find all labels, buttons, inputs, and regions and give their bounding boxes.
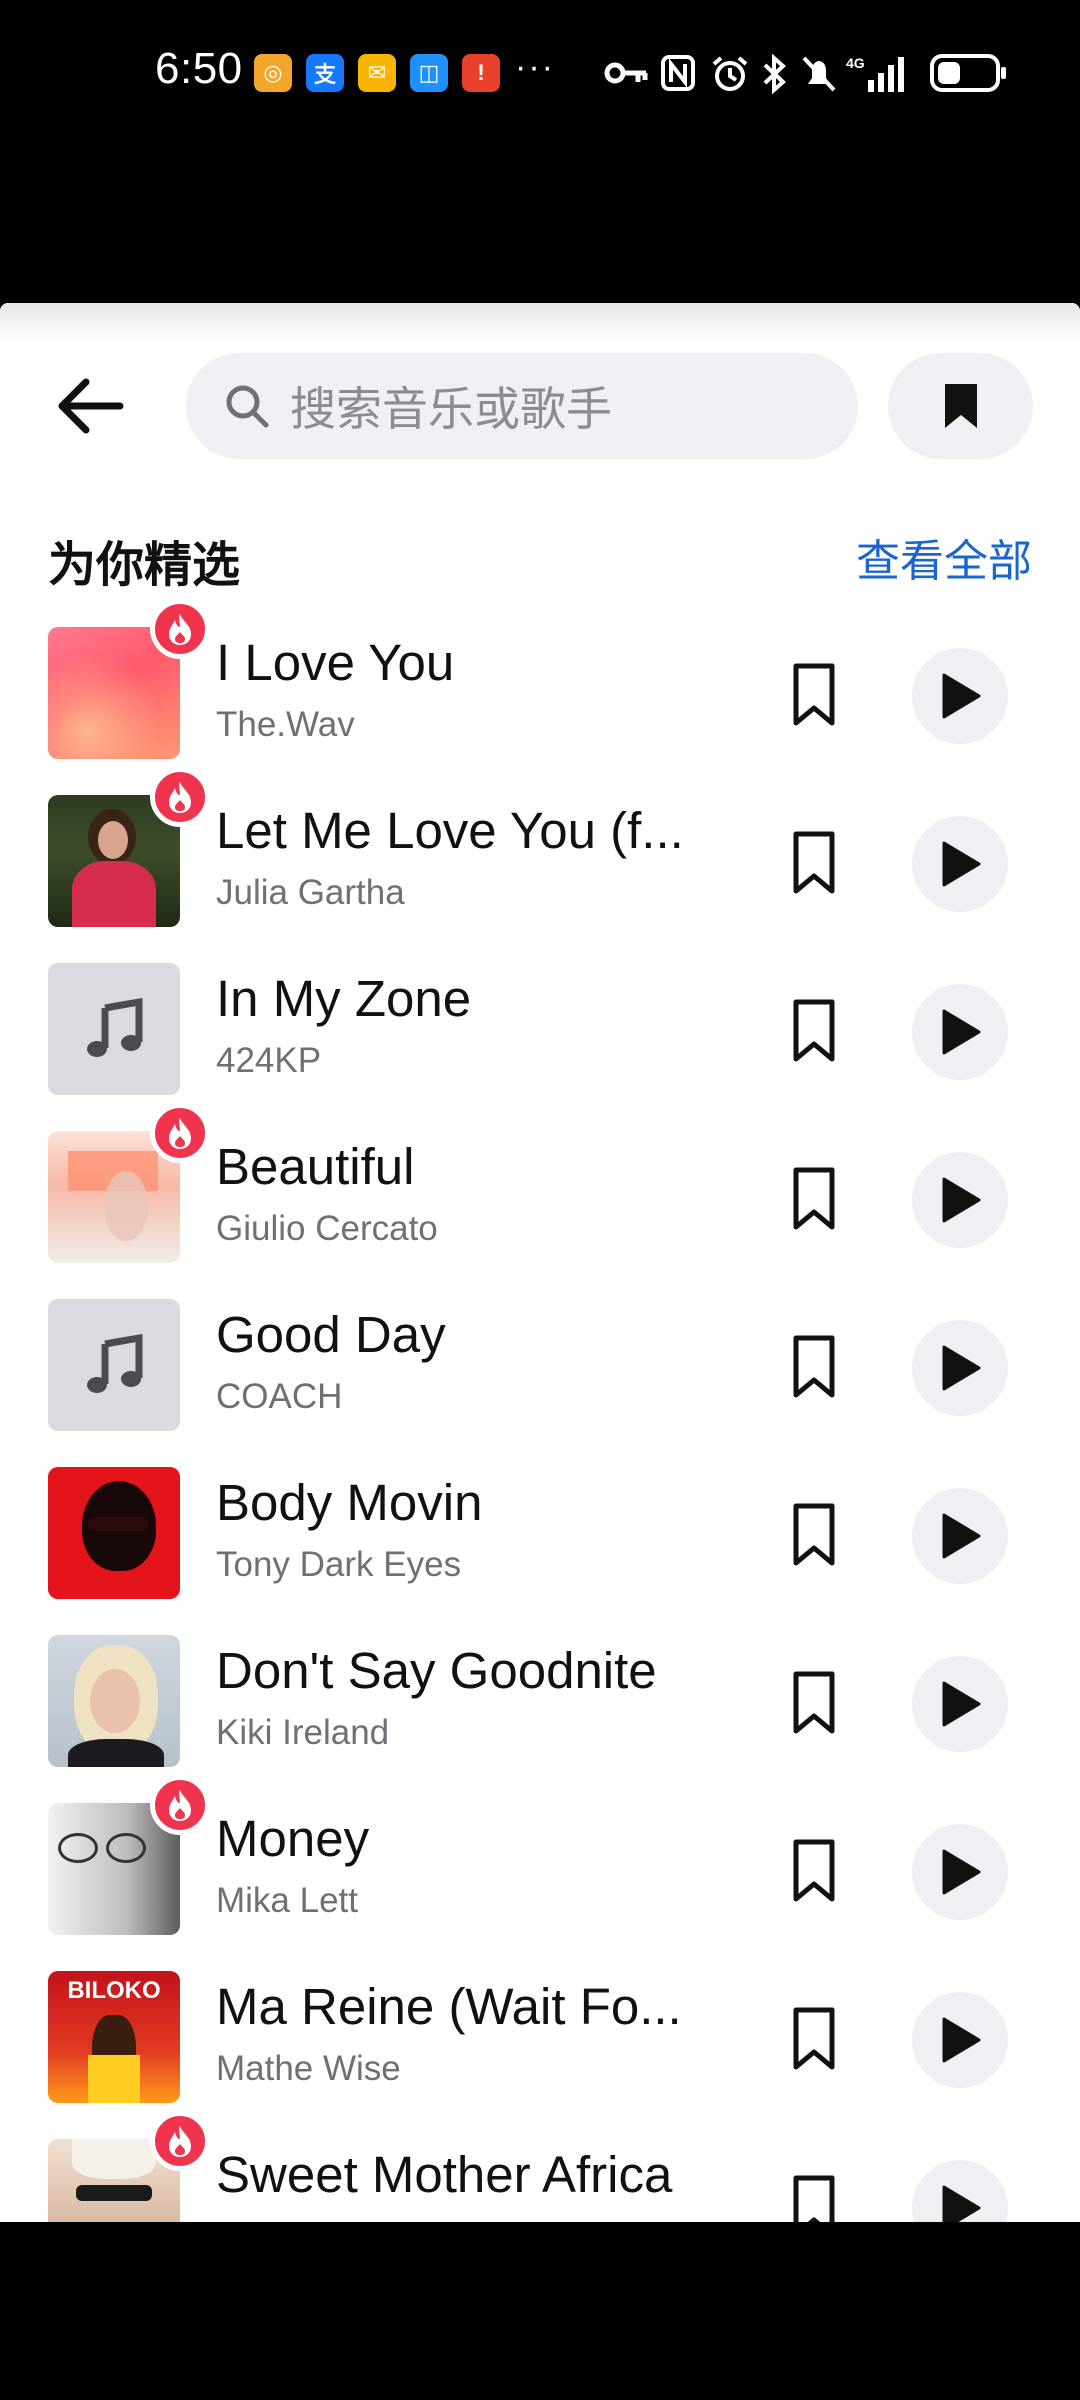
- play-icon: [942, 2185, 981, 2223]
- song-artist: Kiki Ireland: [216, 1713, 390, 1752]
- bookmark-icon[interactable]: [792, 1167, 836, 1231]
- play-button[interactable]: [912, 1488, 1008, 1584]
- song-title: Beautiful: [216, 1138, 415, 1195]
- search-placeholder: 搜索音乐或歌手: [290, 383, 612, 435]
- nfc-icon: [661, 55, 695, 91]
- play-button[interactable]: [912, 816, 1008, 912]
- music-note-icon: [48, 1299, 180, 1431]
- song-artist: The.Wav: [216, 705, 355, 744]
- bookmark-icon[interactable]: [792, 663, 836, 727]
- signal-4g-icon: 4G: [846, 55, 904, 92]
- song-row[interactable]: Don't Say Goodnite Kiki Ireland: [0, 1607, 1080, 1775]
- album-cover: [48, 1467, 180, 1599]
- hot-flame-icon: [150, 2111, 210, 2171]
- song-artist: Mathe Wise: [216, 2049, 401, 2088]
- bookmark-icon[interactable]: [792, 2007, 836, 2071]
- song-row[interactable]: I Love You The.Wav: [0, 599, 1080, 767]
- song-artist: Julia Gartha: [216, 873, 405, 912]
- play-icon: [942, 841, 981, 887]
- play-icon: [942, 1681, 981, 1727]
- svg-text:4G: 4G: [846, 55, 865, 71]
- status-bar: 6:50 ◎ 支 ✉ ◫ ! ··· 4G: [0, 0, 1080, 140]
- play-button[interactable]: [912, 984, 1008, 1080]
- play-icon: [942, 1849, 981, 1895]
- album-cover: [48, 1635, 180, 1767]
- bookmark-filled-icon: [944, 384, 977, 428]
- song-artist: Tony Dark Eyes: [216, 1545, 462, 1584]
- bookmark-icon[interactable]: [792, 1335, 836, 1399]
- status-time: 6:50: [155, 44, 243, 93]
- hot-flame-icon: [150, 1775, 210, 1835]
- song-row[interactable]: In My Zone 424KP: [0, 935, 1080, 1103]
- search-input[interactable]: 搜索音乐或歌手: [186, 353, 858, 459]
- song-title: Sweet Mother Africa: [216, 2146, 673, 2203]
- top-bar: 搜索音乐或歌手: [0, 351, 1080, 461]
- play-button[interactable]: [912, 1320, 1008, 1416]
- bookmark-icon[interactable]: [792, 999, 836, 1063]
- song-artist: COACH: [216, 1377, 343, 1416]
- song-row[interactable]: Sweet Mother Africa: [0, 2111, 1080, 2223]
- hot-flame-icon: [150, 767, 210, 827]
- view-all-link[interactable]: 查看全部: [856, 525, 1032, 589]
- song-row[interactable]: Beautiful Giulio Cercato: [0, 1103, 1080, 1271]
- keyring-app-icon: ◎: [254, 54, 292, 92]
- play-button[interactable]: [912, 648, 1008, 744]
- play-icon: [942, 1345, 981, 1391]
- mail-icon: ✉: [358, 54, 396, 92]
- alert-app-icon: !: [462, 54, 500, 92]
- mute-icon: [802, 56, 836, 92]
- cover-logo-text: BILOKO: [67, 1977, 161, 2004]
- saved-music-button[interactable]: [888, 353, 1033, 459]
- song-row[interactable]: Let Me Love You (f... Julia Gartha: [0, 767, 1080, 935]
- play-button[interactable]: [912, 1992, 1008, 2088]
- song-title: Good Day: [216, 1306, 446, 1363]
- back-arrow-icon[interactable]: [50, 371, 130, 441]
- play-icon: [942, 1177, 981, 1223]
- song-title: Don't Say Goodnite: [216, 1642, 657, 1699]
- play-icon: [942, 1513, 981, 1559]
- song-title: Ma Reine (Wait Fo...: [216, 1978, 682, 2035]
- bookmark-icon[interactable]: [792, 1839, 836, 1903]
- bag-app-icon: ◫: [410, 54, 448, 92]
- song-title: I Love You: [216, 634, 455, 691]
- hot-flame-icon: [150, 1103, 210, 1163]
- music-picker-page: 搜索音乐或歌手 为你精选 查看全部 I Love You The.Wav Let M…: [0, 303, 1080, 2223]
- battery-icon: [930, 54, 1006, 92]
- hot-flame-icon: [150, 599, 210, 659]
- bookmark-icon[interactable]: [792, 1671, 836, 1735]
- play-button[interactable]: [912, 1152, 1008, 1248]
- play-button[interactable]: [912, 1656, 1008, 1752]
- album-cover: BILOKO: [48, 1971, 180, 2103]
- bookmark-icon[interactable]: [792, 2175, 836, 2223]
- song-title: Money: [216, 1810, 370, 1867]
- song-title: Body Movin: [216, 1474, 483, 1531]
- song-artist: 424KP: [216, 1041, 322, 1080]
- music-note-icon: [48, 963, 180, 1095]
- song-row[interactable]: Body Movin Tony Dark Eyes: [0, 1439, 1080, 1607]
- navigation-bar: [0, 2222, 1080, 2400]
- song-title: Let Me Love You (f...: [216, 802, 684, 859]
- play-icon: [942, 2017, 981, 2063]
- alipay-icon: 支: [306, 54, 344, 92]
- section-header: 为你精选 查看全部: [48, 525, 1032, 595]
- search-icon: [226, 385, 269, 428]
- play-button[interactable]: [912, 1824, 1008, 1920]
- song-row[interactable]: Good Day COACH: [0, 1271, 1080, 1439]
- bookmark-icon[interactable]: [792, 831, 836, 895]
- play-icon: [942, 1009, 981, 1055]
- play-button[interactable]: [912, 2160, 1008, 2223]
- play-icon: [942, 673, 981, 719]
- bookmark-icon[interactable]: [792, 1503, 836, 1567]
- bluetooth-icon: [763, 54, 786, 94]
- alarm-icon: [712, 56, 748, 91]
- song-artist: Mika Lett: [216, 1881, 358, 1920]
- more-notifications-icon: ···: [515, 48, 555, 86]
- song-title: In My Zone: [216, 970, 472, 1027]
- section-title: 为你精选: [48, 539, 241, 592]
- song-row[interactable]: BILOKO Ma Reine (Wait Fo... Mathe Wise: [0, 1943, 1080, 2111]
- song-row[interactable]: Money Mika Lett: [0, 1775, 1080, 1943]
- key-icon: [604, 62, 648, 84]
- song-artist: Giulio Cercato: [216, 1209, 438, 1248]
